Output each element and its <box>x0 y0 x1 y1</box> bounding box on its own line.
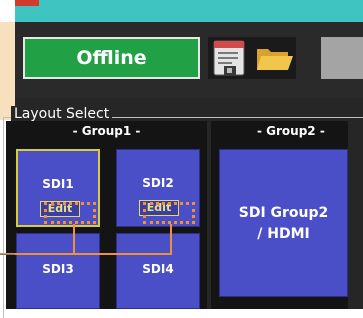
callout-leader-tail <box>0 254 15 255</box>
tile-sdi4-label: SDI4 <box>142 262 174 276</box>
folder-open-icon <box>257 49 293 70</box>
callout-connector-sdi2 <box>170 224 172 255</box>
layout-select-legend: Layout Select <box>11 106 113 122</box>
edit-highlight-sdi1 <box>44 202 96 224</box>
red-tab-marker <box>15 0 39 6</box>
group2-panel: - Group2 - SDI Group2 / HDMI <box>211 121 348 309</box>
tile-sdi1-label: SDI1 <box>42 177 74 191</box>
open-button[interactable] <box>252 37 296 79</box>
tile-sdi4[interactable]: SDI4 <box>116 233 200 309</box>
tile-sdi-group2-label: SDI Group2 / HDMI <box>220 203 347 245</box>
callout-connector-horizontal <box>0 253 172 255</box>
tile-sdi3-label: SDI3 <box>42 262 74 276</box>
group1-title: - Group1 - <box>72 124 141 138</box>
callout-connector-sdi1 <box>73 224 75 255</box>
edit-highlight-sdi2 <box>143 202 195 224</box>
top-accent-strip <box>15 0 363 22</box>
save-button[interactable] <box>208 37 252 79</box>
tile-sdi2-label: SDI2 <box>142 176 174 190</box>
tile-sdi3[interactable]: SDI3 <box>16 233 100 309</box>
tile-sdi-group2-line1: SDI Group2 <box>238 205 329 221</box>
offline-button[interactable]: Offline <box>23 37 200 79</box>
toolbar: Offline <box>15 22 363 98</box>
grey-toolbar-button[interactable] <box>321 37 363 79</box>
tile-sdi-group2-hdmi[interactable]: SDI Group2 / HDMI <box>219 149 348 297</box>
save-sheet-icon <box>213 40 245 76</box>
group2-title: - Group2 - <box>257 124 325 138</box>
tile-sdi-group2-line2: / HDMI <box>257 226 310 242</box>
